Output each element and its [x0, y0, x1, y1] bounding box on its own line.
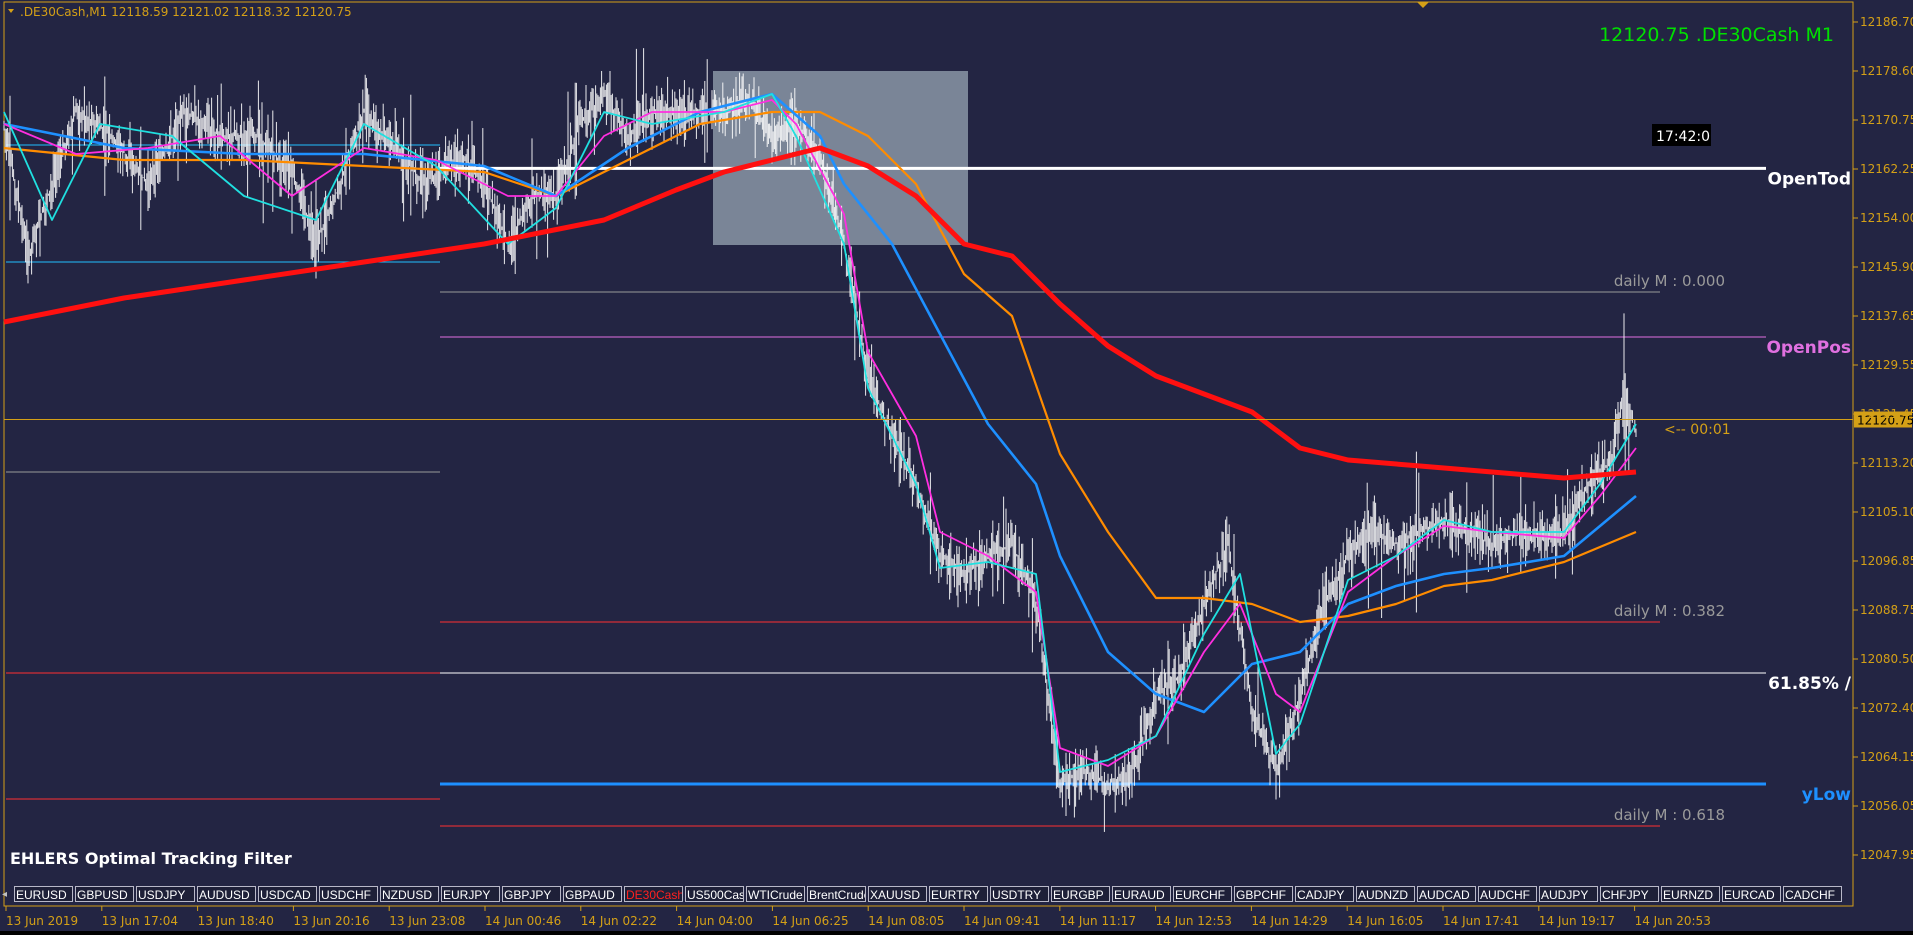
symbol-tab-usdjpy[interactable]: USDJPY — [136, 886, 195, 902]
time-tick-label: 14 Jun 11:17 — [1060, 914, 1136, 928]
level-label-OpenPos: OpenPos — [1766, 338, 1851, 358]
symbol-tab-us500cash[interactable]: US500Cash — [685, 886, 744, 902]
symbol-tabs: EURUSD GBPUSD USDJPY AUDUSD USDCAD USDCHF NZDU… — [14, 886, 1844, 904]
time-tick-label: 14 Jun 19:17 — [1539, 914, 1615, 928]
price-tick-label: 12162.25 — [1860, 162, 1913, 176]
price-tick-label: 12105.10 — [1860, 505, 1913, 519]
symbol-tab-gbpchf[interactable]: GBPCHF — [1234, 886, 1293, 902]
price-tick-label: 12154.00 — [1860, 211, 1913, 225]
level-label-OpenTod: OpenTod — [1768, 169, 1851, 189]
symbol-tab-euraud[interactable]: EURAUD — [1112, 886, 1171, 902]
price-tick-label: 12145.90 — [1860, 260, 1913, 274]
price-tick-label: 12137.65 — [1860, 309, 1913, 323]
time-tick-label: 14 Jun 02:22 — [581, 914, 657, 928]
countdown-label: <-- 00:01 — [1664, 422, 1731, 438]
level-label-daily-m-618: daily M : 0.618 — [1614, 806, 1725, 824]
time-tick-label: 14 Jun 16:05 — [1347, 914, 1423, 928]
symbol-tab-chfjpy[interactable]: CHFJPY — [1600, 886, 1659, 902]
price-tick-label: 12056.05 — [1860, 799, 1913, 813]
time-tick-label: 14 Jun 09:41 — [964, 914, 1040, 928]
symbol-tab-nzdusd[interactable]: NZDUSD — [380, 886, 439, 902]
level-label-yLow: yLow — [1802, 785, 1852, 805]
time-tick-label: 13 Jun 20:16 — [293, 914, 369, 928]
symbol-tab-eurchf[interactable]: EURCHF — [1173, 886, 1232, 902]
price-tick-label: 12096.85 — [1860, 554, 1913, 568]
symbol-tab-audcad[interactable]: AUDCAD — [1417, 886, 1476, 902]
symbol-info: .DE30Cash,M1 12118.59 12121.02 12118.32 … — [20, 5, 352, 19]
time-tick-label: 14 Jun 04:00 — [677, 914, 753, 928]
price-tick-label: 12178.60 — [1860, 64, 1913, 78]
symbol-tab-audnzd[interactable]: AUDNZD — [1356, 886, 1415, 902]
symbol-tab-eurtry[interactable]: EURTRY — [929, 886, 988, 902]
symbol-tab-eurgbp[interactable]: EURGBP — [1051, 886, 1110, 902]
price-tick-label: 12088.75 — [1860, 603, 1913, 617]
time-tick-label: 14 Jun 06:25 — [772, 914, 848, 928]
price-tick-label: 12072.40 — [1860, 701, 1913, 715]
time-tick-label: 14 Jun 00:46 — [485, 914, 561, 928]
level-label-daily-m-382: daily M : 0.382 — [1614, 602, 1725, 620]
symbol-tab-audjpy[interactable]: AUDJPY — [1539, 886, 1598, 902]
symbol-tab-audchf[interactable]: AUDCHF — [1478, 886, 1537, 902]
price-tick-label: 12186.70 — [1860, 15, 1913, 29]
symbol-tab-wticrude[interactable]: WTICrude — [746, 886, 805, 902]
time-tick-label: 14 Jun 08:05 — [868, 914, 944, 928]
time-tick-label: 13 Jun 18:40 — [198, 914, 274, 928]
symbol-tab-de30cash[interactable]: DE30Cash — [624, 886, 683, 902]
symbol-tab-gbpjpy[interactable]: GBPJPY — [502, 886, 561, 902]
symbol-tab-gbpusd[interactable]: GBPUSD — [75, 886, 134, 902]
price-tick-label: 12121.45 — [1860, 407, 1913, 421]
time-tick-label: 13 Jun 23:08 — [389, 914, 465, 928]
time-tick-label: 14 Jun 14:29 — [1251, 914, 1327, 928]
price-tick-label: 12064.15 — [1860, 750, 1913, 764]
symbol-tab-audusd[interactable]: AUDUSD — [197, 886, 256, 902]
price-tick-label: 12129.55 — [1860, 358, 1913, 372]
symbol-tab-eurusd[interactable]: EURUSD — [14, 886, 73, 902]
symbol-tab-usdtry[interactable]: USDTRY — [990, 886, 1049, 902]
time-tick-label: 13 Jun 17:04 — [102, 914, 178, 928]
price-tick-label: 12170.75 — [1860, 113, 1913, 127]
time-tick-label: 14 Jun 17:41 — [1443, 914, 1519, 928]
symbol-tab-eurjpy[interactable]: EURJPY — [441, 886, 500, 902]
symbol-tab-xauusd[interactable]: XAUUSD — [868, 886, 927, 902]
symbol-tab-cadchf[interactable]: CADCHF — [1783, 886, 1842, 902]
tab-scroll-left-icon[interactable]: ◂ — [2, 888, 12, 902]
price-tick-label: 12080.50 — [1860, 652, 1913, 666]
time-tick-label: 14 Jun 20:53 — [1635, 914, 1711, 928]
symbol-tab-usdchf[interactable]: USDCHF — [319, 886, 378, 902]
symbol-tab-usdcad[interactable]: USDCAD — [258, 886, 317, 902]
clock-label: 17:42:0 — [1656, 129, 1710, 145]
price-chart[interactable]: OpenTod daily M : 0.000 OpenPos daily M : 0… — [0, 0, 1913, 931]
symbol-tab-brentcrude[interactable]: BrentCrude — [807, 886, 866, 902]
level-label-fib-6185: 61.85% / — [1768, 674, 1852, 694]
big-price-label: 12120.75 .DE30Cash M1 — [1599, 24, 1834, 46]
chart-window[interactable]: OpenTod daily M : 0.000 OpenPos daily M : 0… — [0, 0, 1913, 931]
symbol-tab-eurcad[interactable]: EURCAD — [1722, 886, 1781, 902]
time-tick-label: 13 Jun 2019 — [6, 914, 78, 928]
symbol-tab-eurnzd[interactable]: EURNZD — [1661, 886, 1720, 902]
symbol-tab-cadjpy[interactable]: CADJPY — [1295, 886, 1354, 902]
price-tick-label: 12113.20 — [1860, 456, 1913, 470]
level-label-daily-m-0: daily M : 0.000 — [1614, 272, 1725, 290]
indicator-name: EHLERS Optimal Tracking Filter — [10, 849, 292, 868]
price-tick-label: 12047.95 — [1860, 848, 1913, 862]
time-tick-label: 14 Jun 12:53 — [1156, 914, 1232, 928]
symbol-tab-gbpaud[interactable]: GBPAUD — [563, 886, 622, 902]
